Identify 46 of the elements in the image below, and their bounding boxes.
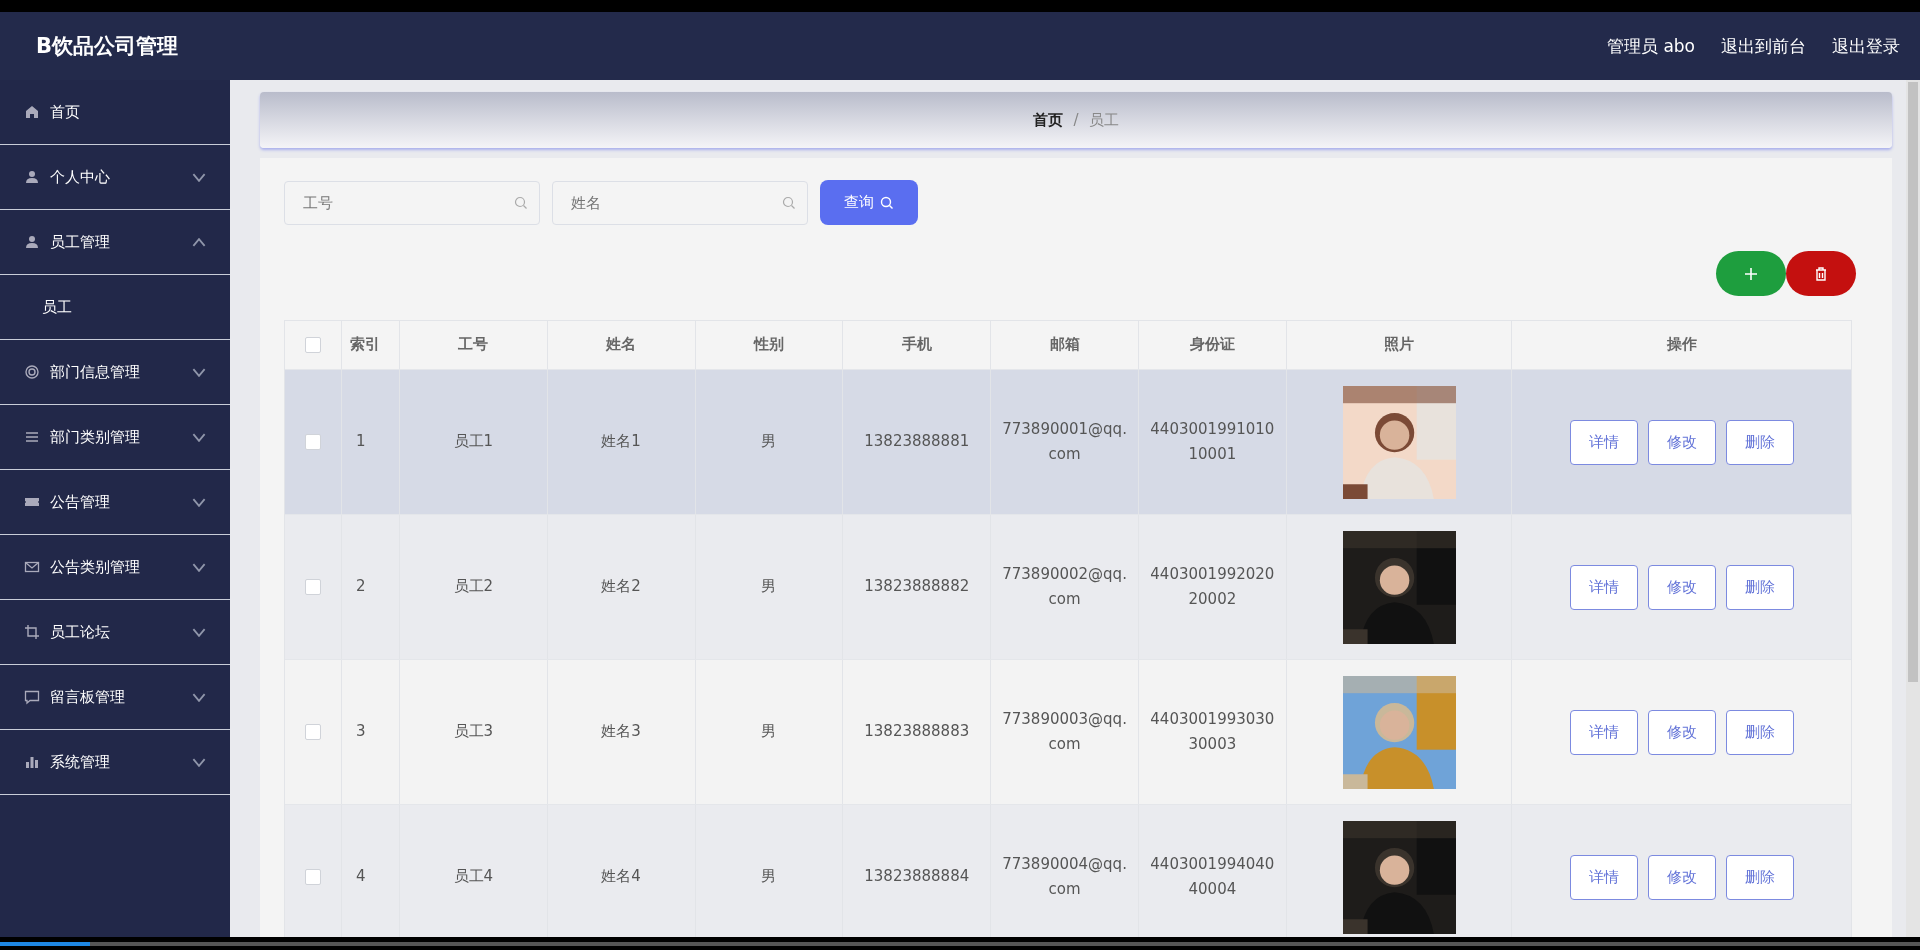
header-link[interactable]: 退出登录 bbox=[1832, 34, 1900, 58]
user-icon bbox=[24, 234, 40, 250]
header-link[interactable]: 管理员 abo bbox=[1607, 34, 1695, 58]
row-checkbox[interactable] bbox=[304, 434, 321, 450]
breadcrumb-separator: / bbox=[1073, 111, 1079, 129]
row-checkbox[interactable] bbox=[304, 724, 321, 740]
user-icon bbox=[24, 169, 40, 185]
row-action-button[interactable]: 删除 bbox=[1725, 854, 1794, 900]
trash-icon bbox=[1813, 265, 1829, 282]
row-action-button[interactable]: 详情 bbox=[1569, 854, 1638, 900]
lifebuoy-icon bbox=[24, 364, 40, 380]
add-button[interactable] bbox=[1716, 251, 1786, 296]
row-checkbox[interactable] bbox=[304, 869, 321, 885]
plus-icon bbox=[1743, 265, 1759, 282]
row-action-button[interactable]: 删除 bbox=[1725, 564, 1794, 610]
column-header: 操作 bbox=[1665, 334, 1698, 356]
row-checkbox[interactable] bbox=[304, 579, 321, 595]
header-link[interactable]: 退出到前台 bbox=[1721, 34, 1806, 58]
breadcrumb-item: 员工 bbox=[1088, 110, 1119, 130]
scrollbar-thumb[interactable] bbox=[1908, 82, 1918, 682]
home-icon bbox=[24, 104, 40, 120]
chat-icon bbox=[24, 689, 40, 705]
row-action-button[interactable]: 修改 bbox=[1647, 564, 1716, 610]
row-action-button[interactable]: 详情 bbox=[1569, 564, 1638, 610]
crop-icon bbox=[24, 624, 40, 640]
row-action-button[interactable]: 修改 bbox=[1647, 419, 1716, 465]
row-action-button[interactable]: 删除 bbox=[1725, 419, 1794, 465]
video-progress-bar[interactable] bbox=[0, 941, 1920, 946]
app-title: B饮品公司管理 bbox=[36, 33, 178, 60]
mail-icon bbox=[24, 559, 40, 575]
row-action-button[interactable]: 删除 bbox=[1725, 709, 1794, 755]
search-field[interactable]: 姓名 bbox=[552, 180, 808, 225]
row-action-button[interactable]: 修改 bbox=[1647, 854, 1716, 900]
search-icon bbox=[880, 195, 894, 210]
breadcrumb-item[interactable]: 首页 bbox=[1033, 110, 1064, 130]
list-icon bbox=[24, 429, 40, 445]
delete-button[interactable] bbox=[1786, 251, 1856, 296]
row-action-button[interactable]: 详情 bbox=[1569, 709, 1638, 755]
search-icon bbox=[782, 195, 796, 210]
search-icon bbox=[514, 195, 528, 210]
select-all-checkbox[interactable] bbox=[304, 337, 321, 353]
bar-chart-icon bbox=[24, 754, 40, 770]
search-field[interactable]: 工号 bbox=[284, 180, 540, 225]
row-action-button[interactable]: 详情 bbox=[1569, 419, 1638, 465]
search-button[interactable]: 查询 bbox=[820, 180, 918, 225]
row-action-button[interactable]: 修改 bbox=[1647, 709, 1716, 755]
